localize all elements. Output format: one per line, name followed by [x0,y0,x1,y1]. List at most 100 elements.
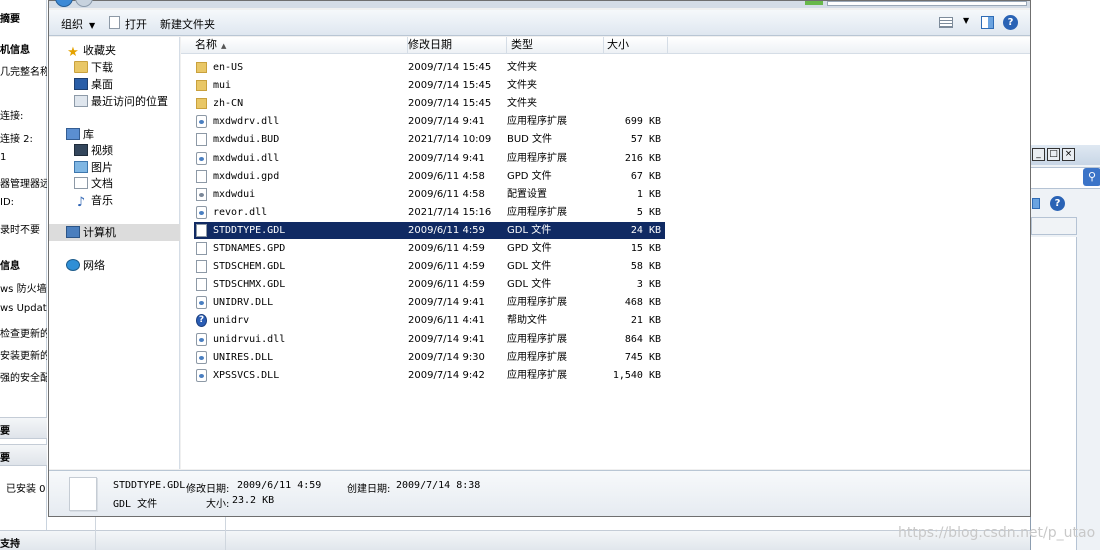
nav-item-computer[interactable]: 计算机 [66,225,116,241]
preview-pane-icon[interactable] [981,16,994,29]
background-divider [225,515,226,550]
chevron-down-icon[interactable]: ▼ [963,16,969,25]
file-name: mxdwdui.gpd [213,170,280,182]
help-icon[interactable]: ? [1050,196,1065,211]
file-type: 应用程序扩展 [507,297,567,309]
file-row[interactable]: mxdwdui 2009/6/11 4:58 配置设置 1 KB [194,186,665,203]
file-type: 文件夹 [507,62,537,73]
column-header-type[interactable]: 类型 [507,37,604,54]
background-left-item: 连接: [0,111,24,122]
file-row[interactable]: UNIRES.DLL 2009/7/14 9:30 应用程序扩展 745 KB [194,349,665,366]
file-row[interactable]: STDNAMES.GPD 2009/6/11 4:59 GPD 文件 15 KB [194,240,665,257]
file-name: unidrvui.dll [213,333,286,345]
file-row[interactable]: STDSCHEM.GDL 2009/6/11 4:59 GDL 文件 58 KB [194,258,665,275]
organize-button[interactable]: 组织 ▼ [61,16,95,32]
open-button[interactable]: 打开 [109,16,147,32]
file-type: 配置设置 [507,188,547,200]
column-header-label: 大小 [607,38,629,51]
file-date: 2021/7/14 15:16 [408,206,492,218]
file-date: 2009/6/11 4:59 [408,224,485,236]
document-icon [196,242,207,255]
column-header-date[interactable]: 修改日期 [408,37,507,54]
file-date: 2009/6/11 4:59 [408,243,485,254]
file-type: 应用程序扩展 [507,351,567,363]
file-row[interactable]: STDDTYPE.GDL 2009/6/11 4:59 GDL 文件 24 KB [194,221,665,239]
nav-item-videos[interactable]: 视频 [74,143,113,159]
file-name: UNIRES.DLL [213,351,274,363]
nav-item-desktop[interactable]: 桌面 [74,77,113,93]
nav-item-pictures[interactable]: 图片 [74,160,113,176]
file-row[interactable]: STDSCHMX.GDL 2009/6/11 4:59 GDL 文件 3 KB [194,276,665,293]
close-button[interactable]: × [1062,148,1075,161]
nav-item-libraries[interactable]: 库 [66,127,94,143]
file-date: 2021/7/14 10:09 [408,134,492,146]
maximize-button[interactable]: □ [1047,148,1060,161]
file-row[interactable]: revor.dll 2021/7/14 15:16 应用程序扩展 5 KB [194,204,665,221]
file-row[interactable]: mxdwdui.dll 2009/7/14 9:41 应用程序扩展 216 KB [194,150,665,167]
go-arrow-icon[interactable] [805,1,823,5]
file-name: XPSSVCS.DLL [213,369,280,381]
nav-label: 音乐 [91,194,113,207]
help-icon[interactable]: ? [1003,15,1018,30]
file-row[interactable]: UNIDRV.DLL 2009/7/14 9:41 应用程序扩展 468 KB [194,294,665,311]
background-band-2: 要 [0,444,47,466]
file-size: 67 KB [630,170,661,182]
column-header-row: 名称 ▲ 修改日期 类型 大小 [181,37,1030,54]
nav-item-favorites[interactable]: ★ 收藏夹 [66,43,116,59]
secondary-column-header [1031,217,1077,235]
document-icon [196,169,207,183]
forward-arrow-icon[interactable] [75,0,93,7]
background-divider [95,515,96,550]
file-name: STDDTYPE.GDL [213,224,286,236]
nav-label: 网络 [83,259,105,272]
dll-file-icon [196,332,207,346]
background-left-item: 机信息 [0,45,30,56]
file-row[interactable]: XPSSVCS.DLL 2009/7/14 9:42 应用程序扩展 1,540 KB [194,367,665,384]
nav-item-documents[interactable]: 文档 [74,176,113,192]
file-row[interactable]: mxdwdrv.dll 2009/7/14 9:41 应用程序扩展 699 KB [194,113,665,130]
column-header-label: 名称 [195,38,217,51]
file-date: 2009/6/11 4:59 [408,261,485,273]
search-icon[interactable]: ⚲ [1083,168,1100,186]
file-row[interactable]: en-US 2009/7/14 15:45 文件夹 [194,59,665,76]
file-type: 应用程序扩展 [507,116,567,128]
picture-icon [74,161,88,173]
column-header-name[interactable]: 名称 ▲ [181,37,408,54]
file-name: STDSCHMX.GDL [213,279,286,291]
nav-item-music[interactable]: ♪ 音乐 [74,193,113,209]
folder-icon [196,62,207,73]
nav-label: 下载 [91,61,113,74]
preview-pane-icon[interactable] [1032,198,1040,209]
nav-item-network[interactable]: 网络 [66,258,105,274]
file-name: mxdwdui.BUD [213,134,280,146]
new-folder-button[interactable]: 新建文件夹 [160,16,215,32]
search-input[interactable] [827,1,1027,6]
file-date: 2009/7/14 9:41 [408,116,485,128]
nav-label: 视频 [91,144,113,157]
file-row[interactable]: ? unidrv 2009/6/11 4:41 帮助文件 21 KB [194,312,665,329]
file-row[interactable]: mxdwdui.gpd 2009/6/11 4:58 GPD 文件 67 KB [194,168,665,185]
download-folder-icon [74,61,88,73]
file-row[interactable]: mxdwdui.BUD 2021/7/14 10:09 BUD 文件 57 KB [194,131,665,148]
file-row[interactable]: mui 2009/7/14 15:45 文件夹 [194,77,665,94]
file-row[interactable]: zh-CN 2009/7/14 15:45 文件夹 [194,95,665,112]
back-arrow-icon[interactable] [55,0,73,7]
nav-item-downloads[interactable]: 下载 [74,60,113,76]
view-options-icon[interactable] [939,17,953,28]
sort-ascending-icon: ▲ [221,42,227,50]
background-left-item: ID: [0,197,15,208]
file-type: 应用程序扩展 [507,206,567,218]
file-date: 2009/6/11 4:58 [408,170,485,182]
file-date: 2009/7/14 9:42 [408,369,485,381]
config-file-icon [196,187,207,201]
background-left-item: 强的安全配 [0,373,47,384]
file-date: 2009/7/14 9:41 [408,152,485,164]
nav-label: 桌面 [91,78,113,91]
file-date: 2009/6/11 4:58 [408,188,485,200]
column-header-size[interactable]: 大小 [604,37,668,54]
file-name: revor.dll [213,206,268,218]
minimize-button[interactable]: _ [1032,148,1045,161]
nav-item-recent[interactable]: 最近访问的位置 [74,94,168,110]
file-name: UNIDRV.DLL [213,297,274,309]
file-row[interactable]: unidrvui.dll 2009/7/14 9:41 应用程序扩展 864 KB [194,331,665,348]
